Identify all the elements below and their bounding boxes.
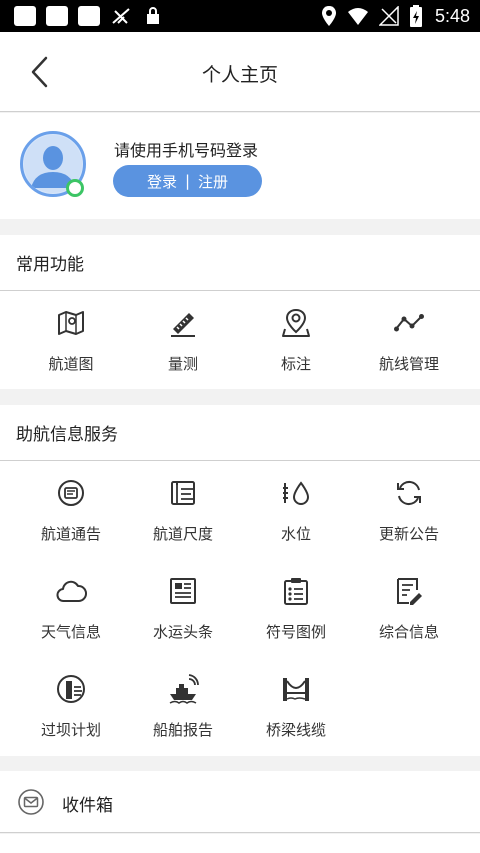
register-label[interactable]: 注册 [198, 171, 228, 192]
scale-icon [171, 481, 195, 505]
grid-item-dam-passing-plan[interactable]: 过坝计划 [11, 657, 131, 755]
grid-item-weather[interactable]: 天气信息 [11, 559, 131, 657]
battery-icon [409, 5, 422, 27]
map-pin-icon [282, 308, 310, 337]
notification-icon [14, 6, 36, 26]
grid-item-label: 量测 [167, 355, 198, 373]
section-title: 助航信息服务 [0, 405, 480, 461]
dam-icon [57, 675, 85, 703]
grid-item-label: 符号图例 [265, 623, 326, 641]
next-list-row[interactable] [0, 834, 480, 853]
grid-item-route-management[interactable]: 航线管理 [349, 291, 469, 389]
legend-icon [284, 578, 308, 605]
info-doc-icon [397, 578, 422, 605]
grid-item-symbol-legend[interactable]: 符号图例 [236, 559, 356, 657]
grid-item-annotate[interactable]: 标注 [236, 291, 356, 389]
grid-item-label: 桥梁线缆 [265, 721, 326, 739]
cloud-icon [56, 580, 87, 602]
grid-item-ship-report[interactable]: 船舶报告 [123, 657, 243, 755]
grid-item-channel-scale[interactable]: 航道尺度 [123, 461, 243, 559]
top-nav-bar: 个人主页 [0, 32, 480, 112]
grid-item-label: 航道通告 [40, 525, 101, 543]
wifi-icon [347, 8, 368, 25]
refresh-icon [397, 480, 421, 506]
status-bar: 5:48 [0, 0, 480, 32]
grid-item-comprehensive-info[interactable]: 综合信息 [349, 559, 469, 657]
ruler-icon [171, 313, 195, 337]
grid-item-shipping-headlines[interactable]: 水运头条 [123, 559, 243, 657]
grid-item-label: 标注 [280, 355, 311, 373]
notice-icon [58, 480, 84, 506]
route-icon [394, 314, 424, 332]
cell-signal-icon [378, 6, 399, 26]
grid-item-update-notice[interactable]: 更新公告 [349, 461, 469, 559]
grid-item-label: 更新公告 [378, 525, 439, 543]
inbox-row[interactable]: 收件箱 [0, 771, 480, 833]
grid-item-channel-notice[interactable]: 航道通告 [11, 461, 131, 559]
grid-item-label: 水位 [280, 525, 311, 543]
notification-icon [78, 6, 100, 26]
profile-card: 请使用手机号码登录 登录 | 注册 [0, 113, 480, 219]
grid-item-label: 天气信息 [40, 623, 101, 641]
login-label[interactable]: 登录 [147, 171, 177, 192]
channel-map-icon [58, 311, 84, 335]
section-title: 常用功能 [0, 235, 480, 291]
divider: | [184, 172, 191, 190]
grid-item-water-level[interactable]: 水位 [236, 461, 356, 559]
ship-icon [169, 674, 199, 704]
inbox-label: 收件箱 [62, 796, 113, 816]
location-icon [321, 6, 336, 26]
news-icon [170, 578, 196, 604]
grid-item-label: 船舶报告 [152, 721, 213, 739]
login-register-button[interactable]: 登录 | 注册 [113, 165, 262, 197]
notification-icon [46, 6, 68, 26]
grid-item-label: 水运头条 [152, 623, 213, 641]
grid-item-label: 航道尺度 [152, 525, 213, 543]
grid-item-measure[interactable]: 量测 [123, 291, 243, 389]
no-signal-icon [112, 8, 130, 24]
grid-item-bridge-cables[interactable]: 桥梁线缆 [236, 657, 356, 755]
clock: 5:48 [434, 5, 470, 26]
grid-item-label: 综合信息 [378, 623, 439, 641]
online-status-dot [66, 179, 84, 197]
navigation-info-section: 助航信息服务 航道通告 航道尺度 水位 更新公告 天气信息 水运头条 符号图例 … [0, 405, 480, 756]
grid-item-label: 航道图 [48, 355, 94, 373]
grid-item-channel-map[interactable]: 航道图 [11, 291, 131, 389]
lock-icon [147, 7, 159, 24]
water-level-icon [283, 481, 310, 505]
grid-item-label: 过坝计划 [40, 721, 101, 739]
bridge-icon [283, 678, 309, 701]
mail-icon [18, 789, 44, 815]
login-prompt: 请使用手机号码登录 [114, 141, 259, 160]
common-functions-section: 常用功能 航道图 量测 标注 航线管理 [0, 235, 480, 389]
page-title: 个人主页 [201, 64, 278, 86]
grid-item-label: 航线管理 [378, 355, 439, 373]
